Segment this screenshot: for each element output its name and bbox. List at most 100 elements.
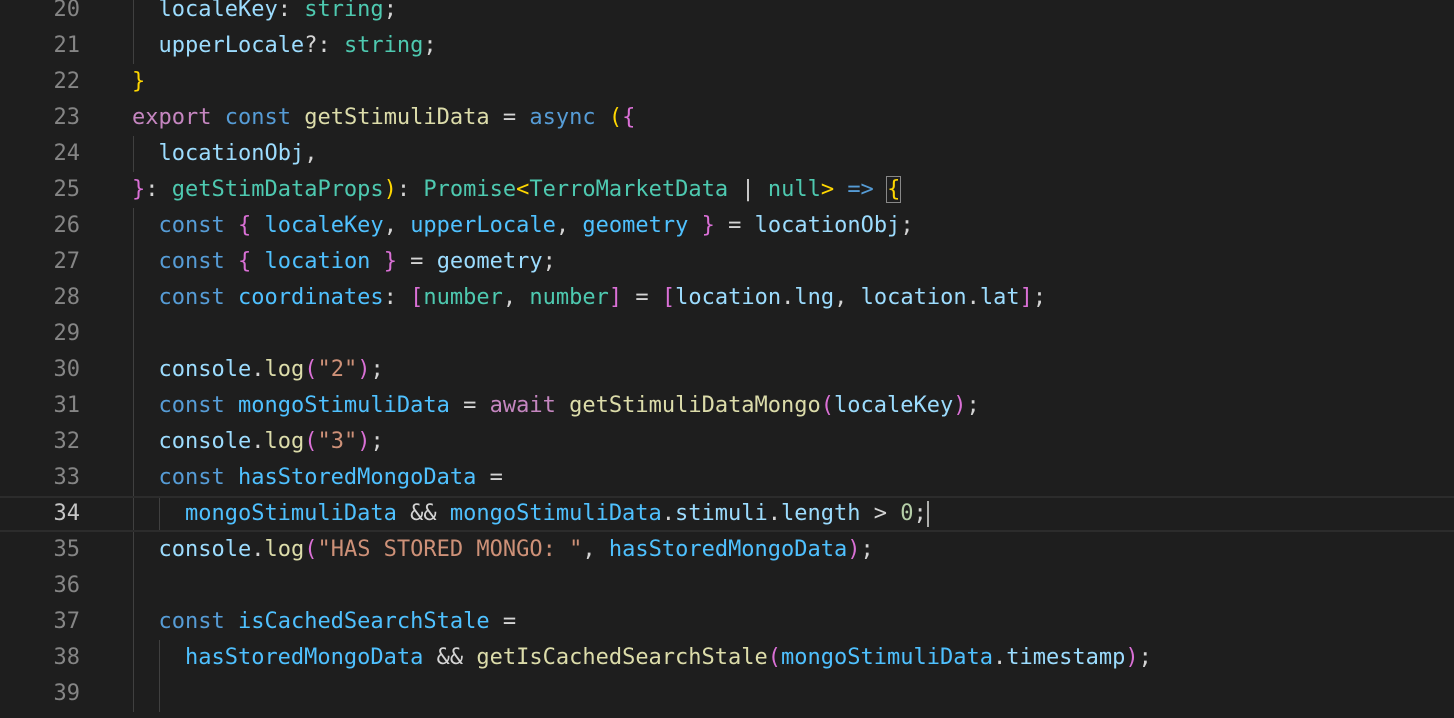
code-token: "3"	[317, 429, 358, 454]
code-token: ;	[542, 249, 556, 274]
code-token: await	[489, 393, 556, 418]
line-number: 24	[53, 141, 81, 166]
code-token: .	[251, 537, 265, 562]
code-line[interactable]: 30 console.log("2");	[0, 352, 1454, 388]
code-token: }	[132, 177, 146, 202]
code-text: const { localeKey, upperLocale, geometry…	[158, 208, 913, 244]
code-line[interactable]: 32 console.log("3");	[0, 424, 1454, 460]
code-token: timestamp	[1006, 645, 1126, 670]
text-cursor	[926, 501, 929, 527]
line-number: 27	[53, 249, 81, 274]
code-line[interactable]: 31 const mongoStimuliData = await getStim…	[0, 388, 1454, 424]
code-token: "2"	[317, 357, 358, 382]
code-line[interactable]: 34 mongoStimuliData && mongoStimuliData.s…	[0, 496, 1454, 532]
line-number: 22	[53, 69, 81, 94]
code-line[interactable]: 29	[0, 316, 1454, 352]
indent-guide	[133, 498, 134, 530]
code-token: hasStoredMongoData	[237, 465, 477, 490]
code-line[interactable]: 28 const coordinates: [number, number] = …	[0, 280, 1454, 316]
code-token: coordinates	[237, 285, 384, 310]
code-token: [	[661, 285, 676, 310]
code-token: console	[158, 537, 252, 562]
code-token: .	[251, 429, 265, 454]
code-token: .	[251, 357, 265, 382]
code-text: const coordinates: [number, number] = [l…	[158, 280, 1046, 316]
code-token: const	[158, 249, 225, 274]
code-token: ]	[1019, 285, 1033, 310]
code-token: =	[489, 609, 517, 634]
indent-guide	[133, 568, 134, 604]
code-line[interactable]: 37 const isCachedSearchStale =	[0, 604, 1454, 640]
code-token: hasStoredMongoData	[608, 537, 848, 562]
code-token: =	[622, 285, 662, 310]
code-line[interactable]: 21 upperLocale?: string;	[0, 28, 1454, 64]
code-line[interactable]: 35 console.log("HAS STORED MONGO: ", hasS…	[0, 532, 1454, 568]
code-token: ]	[608, 285, 623, 310]
code-token: length	[781, 501, 861, 526]
code-token: )	[357, 357, 371, 382]
code-token: .	[992, 645, 1007, 670]
indent-guide	[133, 28, 134, 64]
code-token: [	[410, 285, 424, 310]
code-token: ;	[370, 357, 384, 382]
code-token: mongoStimuliData	[184, 501, 397, 526]
line-number: 25	[53, 177, 81, 202]
code-line[interactable]: 27 const { location } = geometry;	[0, 244, 1454, 280]
code-text: }: getStimDataProps): Promise<TerroMarke…	[132, 172, 902, 208]
code-line[interactable]: 39	[0, 676, 1454, 712]
code-text: hasStoredMongoData && getIsCachedSearchS…	[185, 640, 1152, 676]
code-token: )	[953, 393, 967, 418]
code-text: const isCachedSearchStale =	[158, 604, 516, 640]
code-token: const	[158, 393, 225, 418]
code-text: locationObj,	[158, 136, 317, 172]
code-line[interactable]: 20 localeKey: string;	[0, 0, 1454, 28]
code-token: hasStoredMongoData	[184, 645, 424, 670]
line-number: 35	[53, 537, 81, 562]
code-token: string	[343, 33, 424, 58]
code-token: log	[264, 429, 305, 454]
code-token: )	[847, 537, 861, 562]
indent-guide	[159, 640, 161, 676]
code-token: number	[529, 285, 609, 310]
code-editor[interactable]: 20 localeKey: string; 21 upperLocale?: stri…	[0, 0, 1454, 718]
indent-guide	[133, 460, 134, 496]
code-token: localeKey	[158, 0, 278, 22]
code-token: (	[608, 105, 623, 130]
indent-guide	[133, 244, 134, 280]
code-line[interactable]: 36	[0, 568, 1454, 604]
code-line[interactable]: 23 export const getStimuliData = async ({	[0, 100, 1454, 136]
line-number: 29	[53, 321, 81, 346]
code-line[interactable]: 24 locationObj,	[0, 136, 1454, 172]
code-token: ;	[900, 213, 914, 238]
indent-guide	[133, 208, 134, 244]
line-number: 32	[53, 429, 81, 454]
code-line[interactable]: 38 hasStoredMongoData && getIsCachedSearc…	[0, 640, 1454, 676]
code-token: }	[383, 249, 397, 274]
code-token: ;	[913, 501, 927, 526]
code-line[interactable]: 26 const { localeKey, upperLocale, geomet…	[0, 208, 1454, 244]
code-token: location	[264, 249, 371, 274]
code-token: mongoStimuliData	[449, 501, 662, 526]
code-line[interactable]: 33 const hasStoredMongoData =	[0, 460, 1454, 496]
line-number: 21	[53, 33, 81, 58]
code-token: 0	[900, 501, 914, 526]
code-line[interactable]: 22}	[0, 64, 1454, 100]
indent-guide	[159, 498, 161, 530]
code-token: =	[476, 465, 503, 490]
code-token: .	[781, 285, 795, 310]
code-line[interactable]: 25 }: getStimDataProps): Promise<TerroMar…	[0, 172, 1454, 208]
indent-guide	[133, 136, 134, 172]
code-token: &&	[423, 645, 477, 670]
code-token: )	[357, 429, 371, 454]
code-token: const	[158, 465, 225, 490]
code-token: )	[383, 177, 397, 202]
code-token: null	[767, 177, 821, 202]
